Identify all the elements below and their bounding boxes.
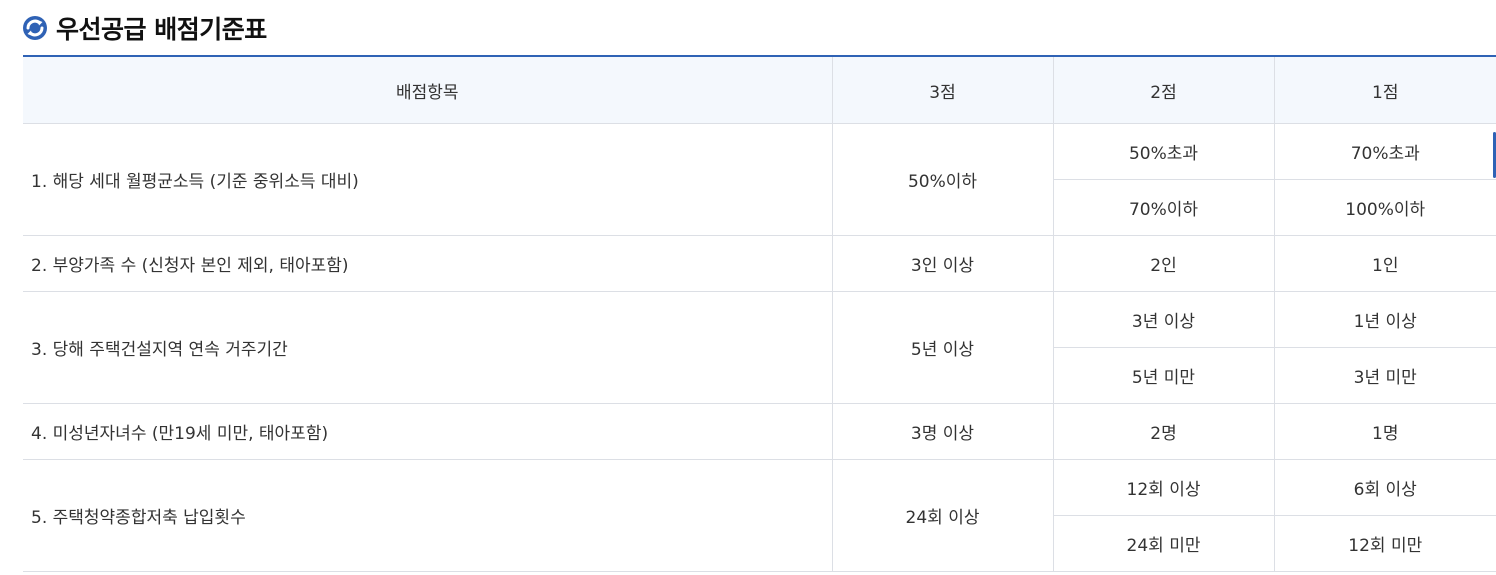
row-score1: 1년 이상: [1273, 291, 1496, 348]
row-item: 1. 해당 세대 월평균소득 (기준 중위소득 대비): [23, 123, 832, 236]
row-score1: 12회 미만: [1273, 515, 1496, 572]
row-score3: 50%이하: [831, 123, 1053, 236]
header-score3: 3점: [831, 56, 1053, 124]
table-row: 2. 부양가족 수 (신청자 본인 제외, 태아포함) 3인 이상 2인 1인: [23, 235, 1496, 292]
row-score1: 1인: [1273, 235, 1496, 292]
header-score1: 1점: [1273, 56, 1496, 124]
table-header-row: 배점항목 3점 2점 1점: [23, 56, 1496, 124]
row-score1: 1명: [1273, 403, 1496, 460]
section-title: 우선공급 배점기준표: [22, 8, 267, 48]
row-item: 2. 부양가족 수 (신청자 본인 제외, 태아포함): [23, 235, 832, 292]
row-score1: 6회 이상: [1273, 459, 1496, 516]
table-row: 3. 당해 주택건설지역 연속 거주기간 5년 이상 3년 이상 1년 이상: [23, 291, 1496, 404]
score-table: 배점항목 3점 2점 1점 1. 해당 세대 월평균소득 (기준 중위소득 대비…: [23, 55, 1496, 572]
row-item: 3. 당해 주택건설지역 연속 거주기간: [23, 291, 832, 404]
row-score2: 3년 이상: [1052, 291, 1274, 348]
refresh-icon: [22, 15, 48, 41]
table-row: 4. 미성년자녀수 (만19세 미만, 태아포함) 3명 이상 2명 1명: [23, 403, 1496, 460]
row-score2: 2인: [1052, 235, 1274, 292]
row-score3: 3인 이상: [831, 235, 1053, 292]
row-score2: 12회 이상: [1052, 459, 1274, 516]
table-row: 5. 주택청약종합저축 납입횟수 24회 이상 12회 이상 6회 이상: [23, 459, 1496, 572]
row-score3: 3명 이상: [831, 403, 1053, 460]
row-score1: 100%이하: [1273, 179, 1496, 236]
page-title: 우선공급 배점기준표: [56, 15, 267, 44]
row-item: 4. 미성년자녀수 (만19세 미만, 태아포함): [23, 403, 832, 460]
header-score2: 2점: [1052, 56, 1274, 124]
row-score2: 70%이하: [1052, 179, 1274, 236]
row-score3: 5년 이상: [831, 291, 1053, 404]
row-score1: 70%초과: [1273, 123, 1496, 180]
row-score1: 3년 미만: [1273, 347, 1496, 404]
row-score3: 24회 이상: [831, 459, 1053, 572]
row-score2: 24회 미만: [1052, 515, 1274, 572]
row-score2: 2명: [1052, 403, 1274, 460]
header-item: 배점항목: [23, 56, 832, 124]
row-score2: 50%초과: [1052, 123, 1274, 180]
score-table-container: 배점항목 3점 2점 1점 1. 해당 세대 월평균소득 (기준 중위소득 대비…: [23, 55, 1496, 572]
row-score2: 5년 미만: [1052, 347, 1274, 404]
row-item: 5. 주택청약종합저축 납입횟수: [23, 459, 832, 572]
table-row: 1. 해당 세대 월평균소득 (기준 중위소득 대비) 50%이하 50%초과 …: [23, 123, 1496, 236]
